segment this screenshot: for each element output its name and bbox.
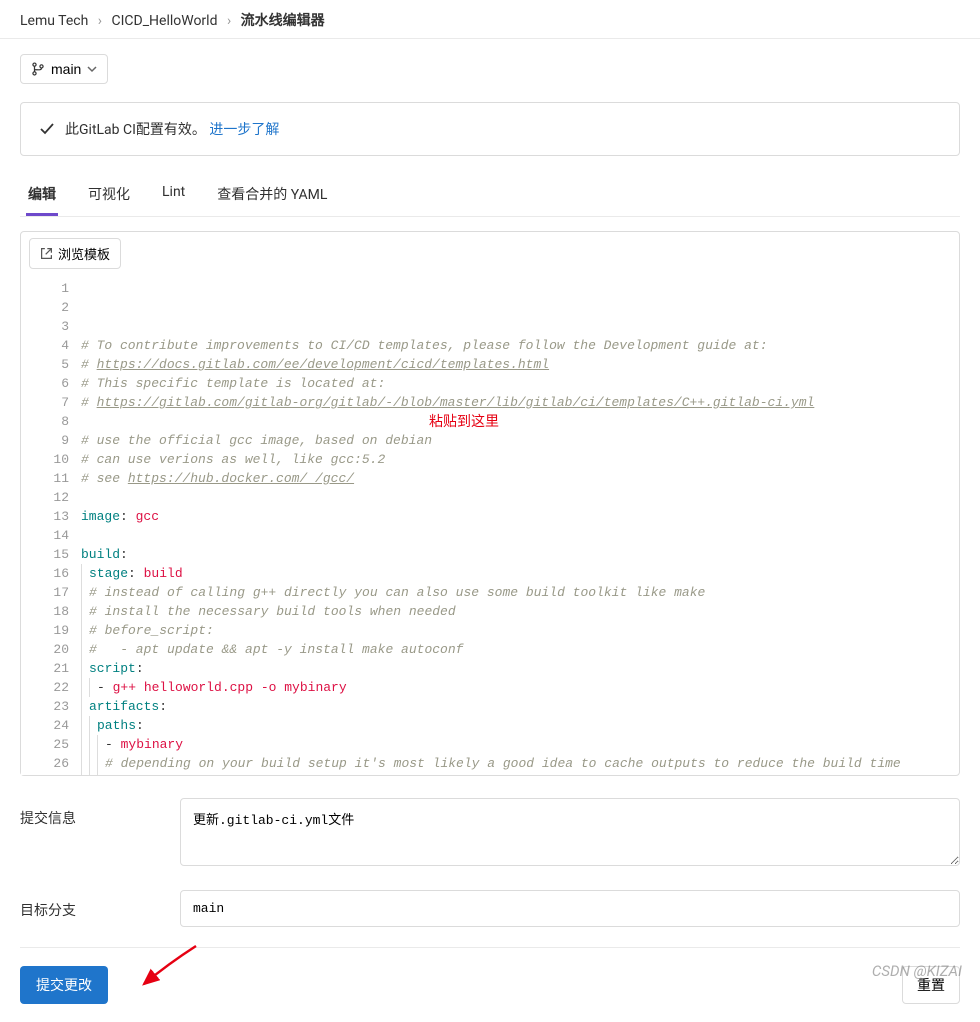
tab-merged-yaml[interactable]: 查看合并的 YAML	[215, 184, 329, 216]
code-editor[interactable]: 1234567891011121314151617181920212223242…	[21, 275, 959, 775]
commit-message-input[interactable]	[180, 798, 960, 866]
target-branch-label: 目标分支	[20, 890, 180, 927]
editor-tabs: 编辑 可视化 Lint 查看合并的 YAML	[20, 184, 960, 217]
code-content[interactable]: 粘贴到这里 # To contribute improvements to CI…	[79, 275, 959, 775]
target-branch-input[interactable]	[180, 890, 960, 927]
validation-alert: 此GitLab CI配置有效。 进一步了解	[20, 102, 960, 156]
external-link-icon	[40, 247, 53, 260]
tab-edit[interactable]: 编辑	[26, 184, 58, 216]
breadcrumb-current: 流水线编辑器	[241, 13, 325, 29]
alert-message: 此GitLab CI配置有效。	[65, 122, 206, 138]
commit-button[interactable]: 提交更改	[20, 966, 108, 1004]
commit-message-label: 提交信息	[20, 798, 180, 870]
check-icon	[39, 121, 55, 137]
line-gutter: 1234567891011121314151617181920212223242…	[21, 275, 79, 775]
breadcrumb: Lemu Tech › CICD_HelloWorld › 流水线编辑器	[0, 0, 980, 39]
tab-visualize[interactable]: 可视化	[86, 184, 132, 216]
branch-icon	[31, 62, 45, 76]
form-footer: 提交更改 重置	[20, 947, 960, 1022]
chevron-down-icon	[87, 64, 97, 74]
reset-button[interactable]: 重置	[902, 966, 960, 1004]
editor-panel: 浏览模板 12345678910111213141516171819202122…	[20, 231, 960, 776]
branch-selector[interactable]: main	[20, 54, 108, 84]
commit-form: 提交信息 目标分支	[20, 798, 960, 927]
browse-templates-button[interactable]: 浏览模板	[29, 238, 121, 269]
paste-annotation: 粘贴到这里	[429, 412, 499, 431]
alert-link[interactable]: 进一步了解	[209, 122, 279, 138]
branch-name: main	[51, 61, 81, 77]
breadcrumb-project[interactable]: CICD_HelloWorld	[112, 13, 218, 29]
breadcrumb-org[interactable]: Lemu Tech	[20, 13, 88, 29]
tab-lint[interactable]: Lint	[160, 184, 187, 216]
arrow-annotation	[138, 944, 198, 994]
